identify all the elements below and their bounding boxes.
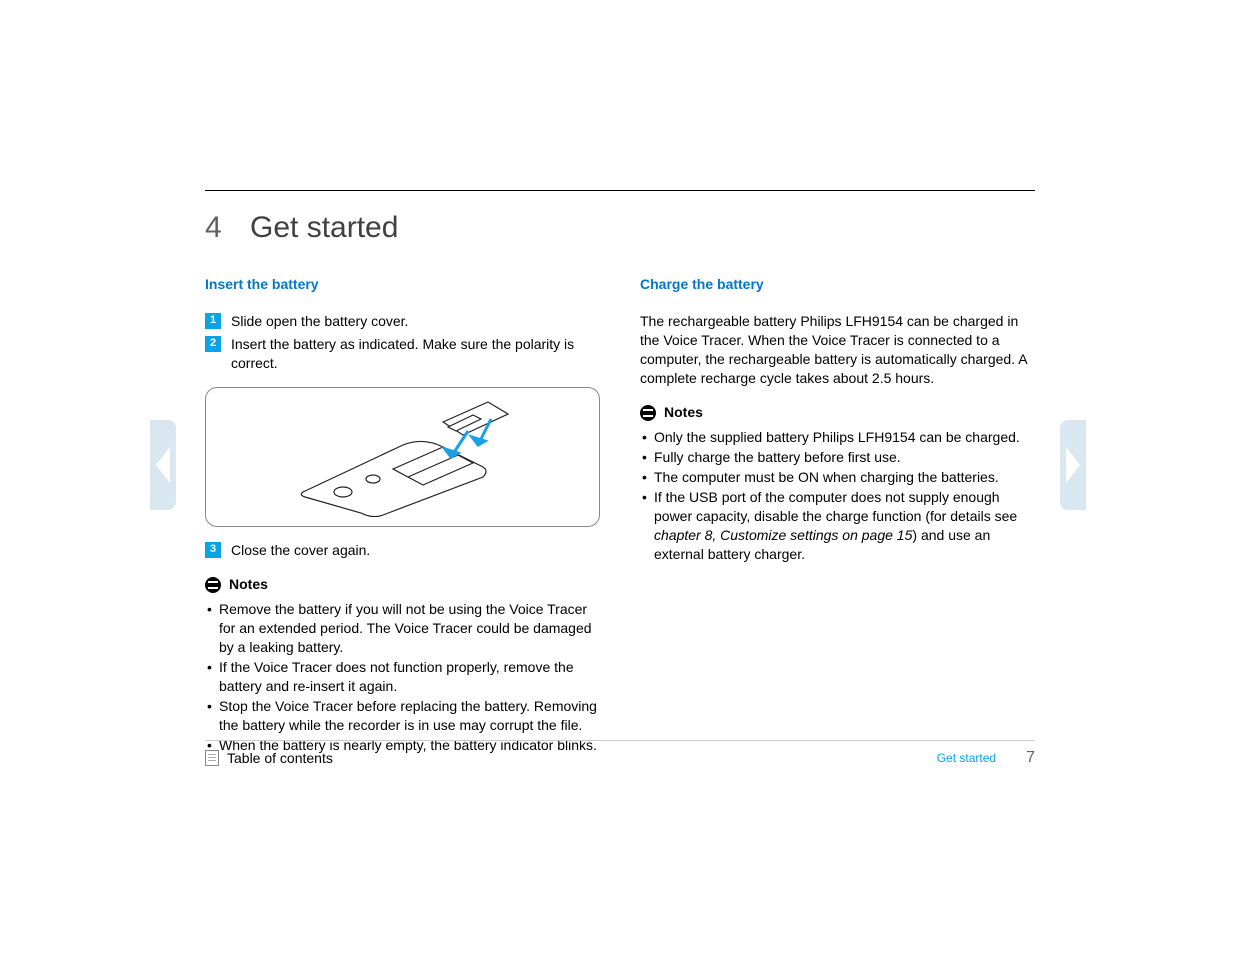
note-item: Only the supplied battery Philips LFH915… [640, 428, 1035, 447]
heading-rule [205, 190, 1035, 191]
notes-label: Notes [229, 575, 268, 594]
notes-icon [640, 405, 656, 421]
chapter-heading: 4 Get started [205, 211, 1035, 245]
notes-list: Remove the battery if you will not be us… [205, 600, 600, 754]
toc-label: Table of contents [227, 750, 333, 766]
notes-heading: Notes [205, 575, 600, 594]
step-text: Insert the battery as indicated. Make su… [231, 335, 600, 373]
chevron-right-icon [1066, 447, 1080, 483]
note-item: If the Voice Tracer does not function pr… [205, 658, 600, 696]
step-badge-icon: 1 [205, 313, 221, 329]
page-footer: Table of contents Get started 7 [205, 740, 1035, 767]
cross-ref-link[interactable]: chapter 8, Customize settings on page 15 [654, 527, 912, 543]
chevron-left-icon [156, 447, 170, 483]
notes-heading: Notes [640, 403, 1035, 422]
chapter-title: Get started [250, 211, 398, 245]
note-item: Stop the Voice Tracer before replacing t… [205, 697, 600, 735]
table-of-contents-link[interactable]: Table of contents [205, 750, 333, 766]
step-badge-icon: 2 [205, 336, 221, 352]
footer-section-link[interactable]: Get started [937, 751, 996, 765]
page-number: 7 [1026, 749, 1035, 767]
note-item: The computer must be ON when charging th… [640, 468, 1035, 487]
right-column: Charge the battery The rechargeable batt… [640, 275, 1035, 755]
notes-label: Notes [664, 403, 703, 422]
next-page-button[interactable] [1060, 420, 1086, 510]
document-icon [205, 750, 219, 766]
left-column: Insert the battery 1 Slide open the batt… [205, 275, 600, 755]
insert-battery-heading: Insert the battery [205, 275, 600, 294]
charge-paragraph: The rechargeable battery Philips LFH9154… [640, 312, 1035, 388]
step-text: Slide open the battery cover. [231, 312, 600, 331]
step-3: 3 Close the cover again. [205, 541, 600, 560]
note-text: If the USB port of the computer does not… [654, 489, 1017, 524]
note-item: If the USB port of the computer does not… [640, 488, 1035, 564]
battery-illustration [205, 387, 600, 527]
chapter-number: 4 [205, 211, 250, 245]
notes-list: Only the supplied battery Philips LFH915… [640, 428, 1035, 563]
note-item: Fully charge the battery before first us… [640, 448, 1035, 467]
step-text: Close the cover again. [231, 541, 600, 560]
step-badge-icon: 3 [205, 542, 221, 558]
device-battery-svg [273, 397, 533, 517]
note-item: Remove the battery if you will not be us… [205, 600, 600, 657]
prev-page-button[interactable] [150, 420, 176, 510]
notes-icon [205, 577, 221, 593]
step-1: 1 Slide open the battery cover. [205, 312, 600, 331]
charge-battery-heading: Charge the battery [640, 275, 1035, 294]
page-content: 4 Get started Insert the battery 1 Slide… [205, 190, 1035, 755]
step-2: 2 Insert the battery as indicated. Make … [205, 335, 600, 373]
